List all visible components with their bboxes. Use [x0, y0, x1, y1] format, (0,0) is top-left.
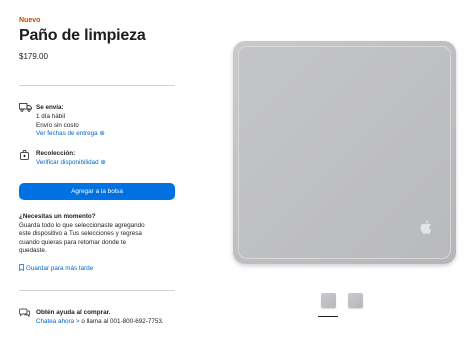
apple-logo-icon — [420, 220, 432, 234]
check-availability-link-label[interactable]: Verificar disponibilidad — [36, 159, 99, 166]
delivery-dates-link[interactable]: Ver fechas de entrega ⊕ — [36, 130, 105, 139]
divider — [19, 290, 175, 291]
selected-thumbnail-indicator — [318, 316, 338, 317]
save-body-line: este dispositivo a Tus selecciones y reg… — [19, 230, 142, 238]
product-image — [233, 41, 456, 264]
product-title: Paño de limpieza — [19, 27, 146, 44]
gallery-thumbnail[interactable] — [321, 293, 336, 308]
save-for-later-label[interactable]: Guardar para más tarde — [26, 265, 93, 272]
chevron-right-icon: > — [75, 318, 80, 325]
shipping-label: Se envía: — [36, 104, 64, 111]
shipping-cost: Envío sin costo — [36, 121, 79, 129]
gallery-thumbnail[interactable] — [348, 293, 363, 308]
truck-icon — [19, 103, 32, 112]
phone-text: o llama al 001-800-692-7753. — [81, 318, 164, 325]
divider — [19, 85, 175, 86]
chat-bubbles-icon — [19, 308, 30, 317]
pickup-label: Recolección: — [36, 150, 76, 157]
shipping-time: 1 día hábil — [36, 113, 66, 120]
help-line: Chatea ahora > o llama al 001-800-692-77… — [36, 318, 164, 325]
check-availability-link[interactable]: Verificar disponibilidad ⊕ — [36, 159, 106, 168]
chat-now-link[interactable]: Chatea ahora > — [36, 318, 80, 325]
save-body-line: quedaste. — [19, 247, 47, 255]
help-title: Obtén ayuda al comprar. — [36, 309, 111, 316]
bookmark-icon — [19, 264, 24, 272]
add-to-bag-button[interactable]: Agregar a la bolsa — [19, 183, 175, 200]
plus-circle-icon: ⊕ — [99, 130, 105, 137]
save-for-later-section: ¿Necesitas un momento? Guarda todo lo qu… — [19, 213, 175, 256]
new-badge: Nuevo — [19, 17, 41, 24]
store-bag-icon — [20, 150, 29, 160]
save-for-later-link[interactable]: Guardar para más tarde — [19, 264, 93, 272]
chat-now-label[interactable]: Chatea ahora — [36, 318, 74, 325]
save-heading: ¿Necesitas un momento? — [19, 213, 96, 220]
product-price: $179.00 — [19, 52, 48, 61]
plus-circle-icon: ⊕ — [100, 158, 106, 166]
save-body-line: Guarda todo lo que seleccionaste agregan… — [19, 221, 145, 229]
save-body-line: cuando quieras para retomar donde te — [19, 238, 127, 246]
delivery-dates-link-label[interactable]: Ver fechas de entrega — [36, 130, 98, 137]
